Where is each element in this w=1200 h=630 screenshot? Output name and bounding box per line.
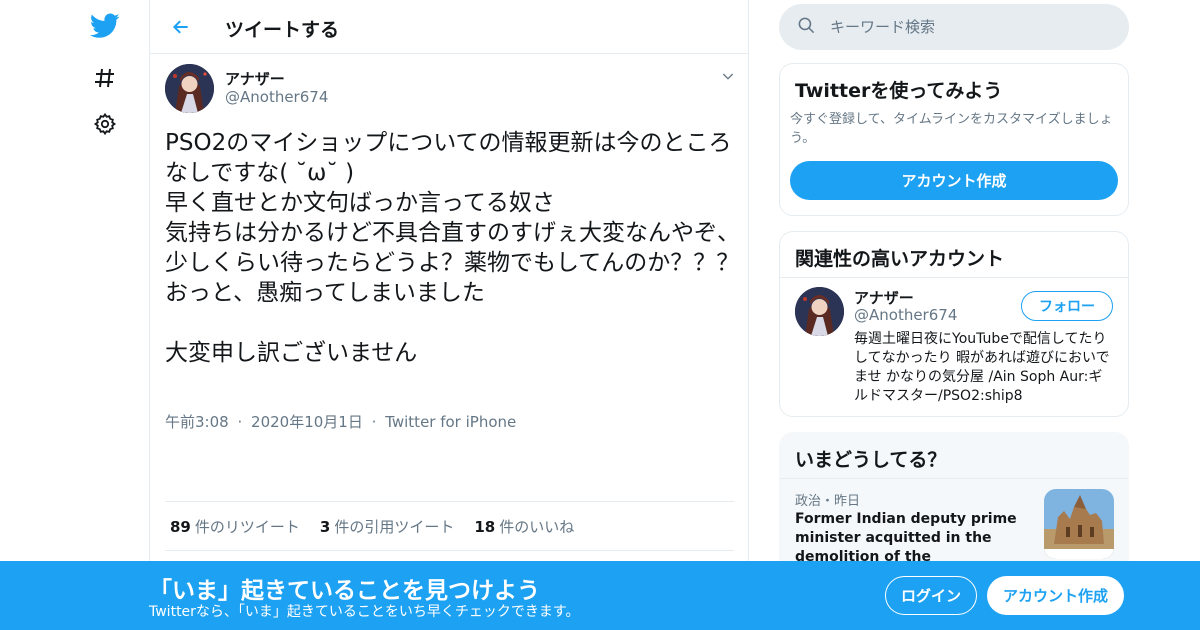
- retweets-label: 件のリツイート: [194, 517, 300, 536]
- related-accounts-card: 関連性の高いアカウント アナザー @Another674 フォロー 毎週土曜日夜…: [779, 231, 1129, 417]
- follow-button[interactable]: フォロー: [1021, 291, 1113, 321]
- related-account-name[interactable]: アナザー: [854, 287, 914, 308]
- search-box[interactable]: [779, 4, 1129, 50]
- tweet-source[interactable]: Twitter for iPhone: [385, 413, 516, 431]
- quotes-stat[interactable]: 3 件の引用ツイート: [320, 516, 454, 537]
- twitter-logo-icon[interactable]: [80, 6, 130, 46]
- tweet-text: PSO2のマイショップについての情報更新は今のところなしですな( ˘ω˘ ) 早…: [165, 130, 740, 366]
- related-title: 関連性の高いアカウント: [795, 248, 1005, 270]
- page-title: ツイートする: [225, 19, 340, 41]
- likes-label: 件のいいね: [499, 517, 575, 536]
- banner-subtitle: Twitterなら、「いま」起きていることをいち早くチェックできます。: [149, 604, 580, 620]
- hashtag-icon[interactable]: [80, 58, 130, 98]
- trends-title: いまどうしてる？: [795, 449, 947, 471]
- login-button[interactable]: ログイン: [885, 576, 977, 615]
- signup-banner: 「いま」起きていることを見つけよう Twitterなら、「いま」起きていることを…: [0, 561, 1200, 630]
- divider: [780, 277, 1128, 278]
- related-account-bio: 毎週土曜日夜にYouTubeで配信してたりしてなかったり 暇があれば遊びにおいで…: [854, 331, 1110, 404]
- divider: [780, 478, 1128, 479]
- signup-description: 今すぐ登録して、タイムラインをカスタマイズしましょう。: [790, 112, 1113, 146]
- signup-card: Twitterを使ってみよう 今すぐ登録して、タイムラインをカスタマイズしましょ…: [779, 63, 1129, 216]
- likes-stat[interactable]: 18 件のいいね: [474, 516, 574, 537]
- search-input[interactable]: [830, 18, 1110, 36]
- author-name[interactable]: アナザー: [225, 68, 285, 89]
- quotes-label: 件の引用ツイート: [334, 517, 455, 536]
- signup-button[interactable]: アカウント作成: [987, 576, 1124, 615]
- gear-icon[interactable]: [80, 104, 130, 144]
- meta-separator: ·: [237, 413, 243, 431]
- related-account-handle[interactable]: @Another674: [854, 306, 957, 324]
- author-handle[interactable]: @Another674: [225, 88, 328, 106]
- page-root: ツイートする アナザー @Another674 PSO2のマイショップについての…: [0, 0, 1200, 630]
- search-icon: [797, 16, 816, 39]
- likes-count: 18: [474, 517, 496, 536]
- banner-title: 「いま」起きていることを見つけよう: [149, 578, 540, 604]
- main-column: ツイートする アナザー @Another674 PSO2のマイショップについての…: [149, 0, 749, 630]
- back-arrow-icon[interactable]: [164, 10, 198, 44]
- meta-separator: ·: [371, 413, 377, 431]
- tweet-date[interactable]: 2020年10月1日: [251, 413, 363, 431]
- retweets-count: 89: [170, 517, 191, 536]
- tweet-stats: 89 件のリツイート 3 件の引用ツイート 18 件のいいね: [165, 501, 734, 551]
- create-account-button[interactable]: アカウント作成: [790, 161, 1118, 200]
- avatar[interactable]: [795, 287, 844, 336]
- retweets-stat[interactable]: 89 件のリツイート: [170, 516, 300, 537]
- page-header: ツイートする: [150, 0, 748, 54]
- chevron-down-icon[interactable]: [720, 68, 736, 88]
- trend-thumbnail[interactable]: [1044, 489, 1114, 559]
- trend-meta: 政治・昨日: [795, 494, 861, 509]
- quotes-count: 3: [319, 517, 331, 536]
- avatar[interactable]: [165, 64, 214, 113]
- tweet-meta: 午前3:08 · 2020年10月1日 · Twitter for iPhone: [165, 411, 516, 432]
- signup-title: Twitterを使ってみよう: [795, 80, 1003, 102]
- tweet-time[interactable]: 午前3:08: [165, 413, 229, 431]
